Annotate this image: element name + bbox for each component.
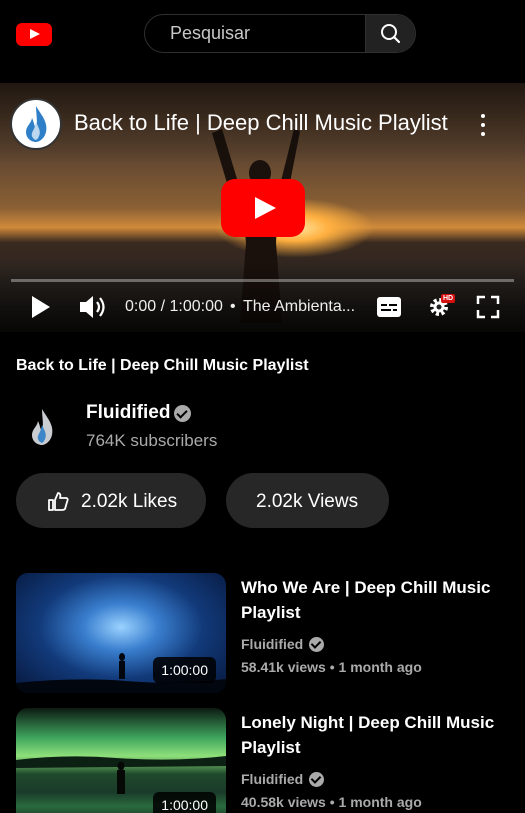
- related-video-title[interactable]: Lonely Night | Deep Chill Music Playlist: [241, 710, 516, 760]
- search-input[interactable]: [145, 15, 366, 52]
- video-duration: 1:00:00: [153, 657, 216, 683]
- related-video-title[interactable]: Who We Are | Deep Chill Music Playlist: [241, 575, 516, 625]
- video-duration: 1:00:00: [153, 792, 216, 813]
- channel-avatar[interactable]: [16, 401, 68, 453]
- video-title: Back to Life | Deep Chill Music Playlist: [16, 357, 309, 374]
- chapter-title[interactable]: The Ambienta...: [243, 298, 371, 316]
- time-display: 0:00 / 1:00:00: [125, 298, 223, 315]
- related-video-channel[interactable]: Fluidified: [241, 771, 303, 787]
- search-button[interactable]: [365, 15, 415, 52]
- large-play-button[interactable]: [221, 179, 305, 237]
- time-separator: •: [230, 298, 236, 315]
- player-controls: 0:00 / 1:00:00 • The Ambienta... HD: [0, 288, 525, 328]
- hd-badge: HD: [441, 294, 456, 303]
- related-video-channel[interactable]: Fluidified: [241, 636, 303, 652]
- like-button[interactable]: 2.02k Likes: [16, 473, 206, 528]
- player-channel-avatar[interactable]: [10, 98, 62, 150]
- related-video-thumbnail[interactable]: 1:00:00: [16, 573, 226, 693]
- video-player[interactable]: Back to Life | Deep Chill Music Playlist…: [0, 83, 525, 332]
- progress-bar[interactable]: [11, 279, 514, 282]
- search-box: [144, 14, 416, 53]
- related-video-item[interactable]: 1:00:00 Lonely Night | Deep Chill Music …: [16, 708, 516, 813]
- youtube-logo-icon[interactable]: [16, 23, 52, 46]
- more-options-icon[interactable]: [474, 112, 492, 138]
- channel-name[interactable]: Fluidified: [86, 402, 170, 424]
- related-video-thumbnail[interactable]: 1:00:00: [16, 708, 226, 813]
- player-title[interactable]: Back to Life | Deep Chill Music Playlist: [74, 110, 448, 136]
- thumbs-up-icon: [48, 492, 69, 511]
- play-icon[interactable]: [30, 294, 52, 320]
- related-video-meta: 58.41k views • 1 month ago: [241, 659, 422, 675]
- verified-check-icon: [309, 637, 324, 652]
- top-bar: [0, 0, 525, 68]
- flame-logo-icon: [26, 106, 47, 142]
- fullscreen-icon[interactable]: [476, 295, 500, 319]
- view-count: 2.02k Views: [256, 491, 359, 512]
- volume-icon[interactable]: [78, 293, 108, 321]
- verified-check-icon: [309, 772, 324, 787]
- related-video-meta: 40.58k views • 1 month ago: [241, 794, 422, 810]
- verified-check-icon: [174, 405, 191, 422]
- views-button[interactable]: 2.02k Views: [226, 473, 389, 528]
- subtitles-icon[interactable]: [376, 296, 402, 318]
- subscriber-count: 764K subscribers: [86, 431, 218, 450]
- flame-logo-icon: [17, 402, 67, 452]
- search-icon: [381, 24, 401, 44]
- like-count: 2.02k Likes: [81, 491, 178, 512]
- related-video-item[interactable]: 1:00:00 Who We Are | Deep Chill Music Pl…: [16, 573, 516, 693]
